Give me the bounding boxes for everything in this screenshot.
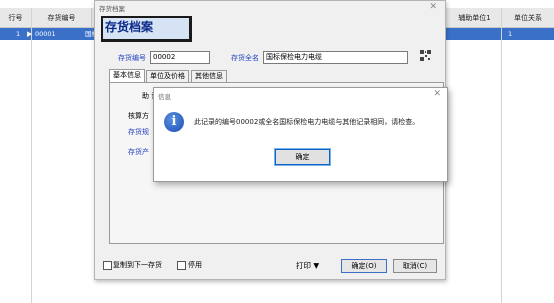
tab-unit-price[interactable]: 单位及价格 bbox=[146, 70, 189, 82]
dialog-banner: 存货档案 bbox=[101, 16, 192, 42]
qrcode-icon[interactable] bbox=[420, 50, 431, 61]
info-icon: i bbox=[164, 112, 184, 132]
col-header-code[interactable]: 存货编号 bbox=[32, 8, 92, 28]
row-number: 1 bbox=[16, 30, 21, 38]
cancel-button[interactable]: 取消(C) bbox=[393, 259, 437, 273]
disable-label: 停用 bbox=[188, 261, 202, 269]
col-header-aux-unit[interactable]: 辅助单位1 bbox=[448, 8, 502, 28]
tab-other-info[interactable]: 其他信息 bbox=[191, 70, 227, 82]
col-header-unit-rel[interactable]: 单位关系 bbox=[502, 8, 554, 28]
info-message: 此记录的编号00002或全名国标保检电力电缆与其他记录相同，请检查。 bbox=[194, 118, 420, 126]
code-input[interactable]: 00002 bbox=[150, 51, 210, 64]
info-title: 信息 bbox=[158, 93, 171, 101]
close-icon[interactable]: ✕ bbox=[433, 89, 441, 99]
dialog-title: 存货档案 bbox=[99, 5, 125, 13]
grid-divider bbox=[501, 8, 502, 303]
row-unit-rel: 1 bbox=[508, 30, 513, 38]
field-accounting-label: 核算方 bbox=[128, 112, 149, 120]
fullname-input[interactable]: 国标保检电力电缆 bbox=[263, 51, 408, 64]
code-label: 存货编号 bbox=[118, 54, 146, 62]
tab-basic-info[interactable]: 基本信息 bbox=[109, 69, 145, 82]
ok-button[interactable]: 确定(O) bbox=[341, 259, 387, 273]
close-icon[interactable]: ✕ bbox=[429, 2, 437, 12]
disable-checkbox[interactable] bbox=[177, 261, 186, 270]
copy-next-checkbox[interactable] bbox=[103, 261, 112, 270]
field-origin-label: 存货产 bbox=[128, 148, 149, 156]
print-button[interactable]: 打印 ▼ bbox=[296, 260, 319, 271]
copy-next-label: 复制到下一存货 bbox=[113, 261, 162, 269]
fullname-label: 存货全名 bbox=[231, 54, 259, 62]
field-spec-label: 存货规 bbox=[128, 128, 149, 136]
grid-divider bbox=[31, 8, 32, 303]
info-ok-button[interactable]: 确定 bbox=[274, 148, 331, 166]
row-code: 00001 bbox=[35, 30, 56, 38]
col-header-row-num[interactable]: 行号 bbox=[0, 8, 32, 28]
info-messagebox: 信息 ✕ i 此记录的编号00002或全名国标保检电力电缆与其他记录相同，请检查… bbox=[153, 87, 448, 182]
